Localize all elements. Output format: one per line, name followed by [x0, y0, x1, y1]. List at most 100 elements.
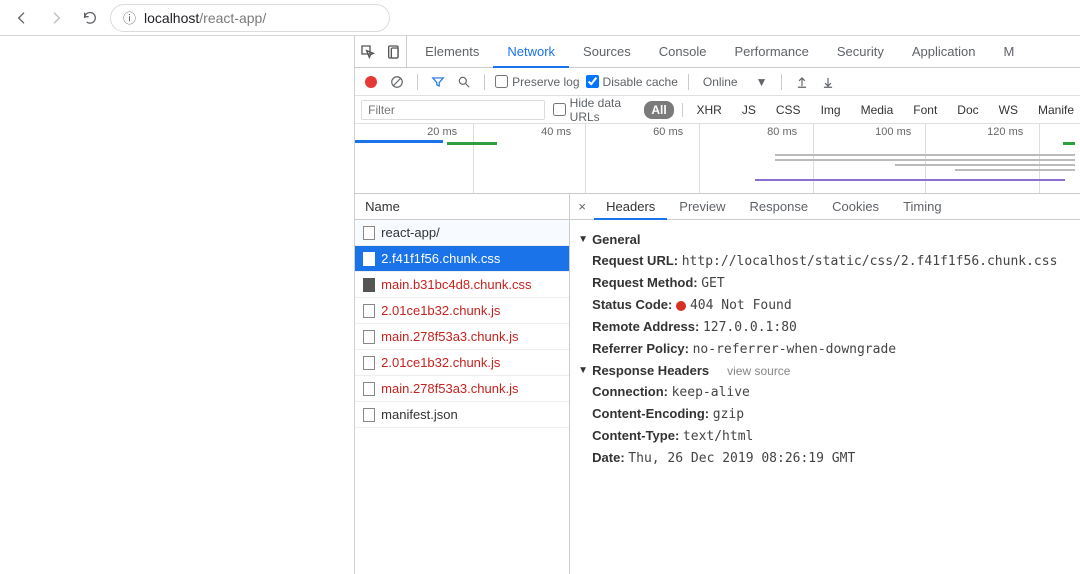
kv-connection: Connection: keep-alive — [592, 384, 1072, 400]
status-dot-icon — [676, 301, 686, 311]
tab-application[interactable]: Application — [898, 36, 990, 68]
filter-type-all[interactable]: All — [644, 101, 673, 119]
search-icon[interactable] — [454, 72, 474, 92]
tab-console[interactable]: Console — [645, 36, 721, 68]
detail-tab-preview[interactable]: Preview — [667, 194, 737, 220]
tab-network[interactable]: Network — [493, 36, 569, 68]
filter-type-xhr[interactable]: XHR — [691, 101, 728, 119]
file-icon — [363, 356, 375, 370]
divider — [688, 74, 689, 90]
network-timeline[interactable]: 20 ms 40 ms 60 ms 80 ms 100 ms 120 ms — [355, 124, 1080, 194]
tab-performance[interactable]: Performance — [720, 36, 822, 68]
filter-input[interactable] — [361, 100, 545, 120]
detail-tab-response[interactable]: Response — [738, 194, 821, 220]
file-icon — [363, 304, 375, 318]
detail-body: ▼General Request URL: http://localhost/s… — [570, 220, 1080, 478]
section-response-headers[interactable]: ▼Response Headersview source — [578, 363, 1072, 378]
timeline-tick: 80 ms — [767, 126, 797, 138]
tab-sources[interactable]: Sources — [569, 36, 645, 68]
disable-cache-checkbox[interactable]: Disable cache — [586, 75, 678, 89]
filter-type-doc[interactable]: Doc — [951, 101, 984, 119]
request-name: manifest.json — [381, 407, 458, 422]
request-name: react-app/ — [381, 225, 440, 240]
divider — [484, 74, 485, 90]
file-icon — [363, 330, 375, 344]
network-toolbar: Preserve log Disable cache Online▼ — [355, 68, 1080, 96]
inspect-icon[interactable] — [355, 36, 381, 68]
download-har-icon[interactable] — [818, 72, 838, 92]
filter-toggle-icon[interactable] — [428, 72, 448, 92]
filter-type-js[interactable]: JS — [736, 101, 762, 119]
clear-button[interactable] — [387, 72, 407, 92]
filter-type-media[interactable]: Media — [855, 101, 900, 119]
view-source-link[interactable]: view source — [727, 364, 790, 378]
request-row[interactable]: 2.01ce1b32.chunk.js — [355, 298, 569, 324]
divider — [781, 74, 782, 90]
request-row[interactable]: 2.f41f1f56.chunk.css — [355, 246, 569, 272]
network-filter-row: Hide data URLs All XHR JS CSS Img Media … — [355, 96, 1080, 124]
request-row[interactable]: react-app/ — [355, 220, 569, 246]
filter-type-manifest[interactable]: Manife — [1032, 101, 1080, 119]
kv-content-type: Content-Type: text/html — [592, 428, 1072, 444]
file-icon — [363, 278, 375, 292]
list-column-name[interactable]: Name — [355, 194, 569, 220]
detail-tab-timing[interactable]: Timing — [891, 194, 954, 220]
timeline-tick: 40 ms — [541, 126, 571, 138]
devtools-panel: Elements Network Sources Console Perform… — [354, 36, 1080, 574]
record-button[interactable] — [365, 76, 377, 88]
divider — [417, 74, 418, 90]
request-row[interactable]: manifest.json — [355, 402, 569, 428]
filter-type-css[interactable]: CSS — [770, 101, 807, 119]
address-bar[interactable]: ⓘ localhost/react-app/ — [110, 4, 390, 32]
kv-request-method: Request Method: GET — [592, 275, 1072, 291]
kv-request-url: Request URL: http://localhost/static/css… — [592, 253, 1072, 269]
filter-type-img[interactable]: Img — [815, 101, 847, 119]
detail-tab-cookies[interactable]: Cookies — [820, 194, 891, 220]
request-list: Name react-app/2.f41f1f56.chunk.css main.… — [355, 194, 570, 574]
tab-security[interactable]: Security — [823, 36, 898, 68]
kv-referrer-policy: Referrer Policy: no-referrer-when-downgr… — [592, 341, 1072, 357]
request-row[interactable]: main.278f53a3.chunk.js — [355, 324, 569, 350]
detail-tabstrip: × Headers Preview Response Cookies Timin… — [570, 194, 1080, 220]
request-name: 2.f41f1f56.chunk.css — [381, 251, 500, 266]
kv-remote-address: Remote Address: 127.0.0.1:80 — [592, 319, 1072, 335]
hide-data-urls-checkbox[interactable]: Hide data URLs — [553, 96, 637, 124]
kv-status-code: Status Code: 404 Not Found — [592, 297, 1072, 313]
request-row[interactable]: 2.01ce1b32.chunk.js — [355, 350, 569, 376]
request-name: main.b31bc4d8.chunk.css — [381, 277, 531, 292]
url-text: localhost/react-app/ — [144, 10, 266, 26]
detail-tab-headers[interactable]: Headers — [594, 194, 667, 220]
page-viewport — [0, 36, 354, 574]
file-icon — [363, 382, 375, 396]
kv-date: Date: Thu, 26 Dec 2019 08:26:19 GMT — [592, 450, 1072, 466]
timeline-tick: 120 ms — [987, 126, 1023, 138]
request-name: main.278f53a3.chunk.js — [381, 329, 518, 344]
throttle-select[interactable]: Online▼ — [699, 75, 772, 89]
devtools-tabstrip: Elements Network Sources Console Perform… — [355, 36, 1080, 68]
upload-har-icon[interactable] — [792, 72, 812, 92]
tab-more[interactable]: M — [989, 36, 1028, 68]
section-general[interactable]: ▼General — [578, 232, 1072, 247]
request-name: 2.01ce1b32.chunk.js — [381, 355, 500, 370]
site-info-icon[interactable]: ⓘ — [123, 8, 136, 27]
close-detail-button[interactable]: × — [570, 199, 594, 214]
filter-type-ws[interactable]: WS — [993, 101, 1024, 119]
request-row[interactable]: main.b31bc4d8.chunk.css — [355, 272, 569, 298]
tab-elements[interactable]: Elements — [411, 36, 493, 68]
reload-button[interactable] — [76, 4, 104, 32]
request-row[interactable]: main.278f53a3.chunk.js — [355, 376, 569, 402]
file-icon — [363, 252, 375, 266]
request-name: main.278f53a3.chunk.js — [381, 381, 518, 396]
timeline-tick: 20 ms — [427, 126, 457, 138]
timeline-tick: 60 ms — [653, 126, 683, 138]
device-icon[interactable] — [381, 36, 407, 68]
kv-content-encoding: Content-Encoding: gzip — [592, 406, 1072, 422]
filter-type-font[interactable]: Font — [907, 101, 943, 119]
file-icon — [363, 408, 375, 422]
forward-button[interactable] — [42, 4, 70, 32]
back-button[interactable] — [8, 4, 36, 32]
preserve-log-checkbox[interactable]: Preserve log — [495, 75, 579, 89]
browser-toolbar: ⓘ localhost/react-app/ — [0, 0, 1080, 36]
timeline-tick: 100 ms — [875, 126, 911, 138]
divider — [682, 103, 683, 117]
